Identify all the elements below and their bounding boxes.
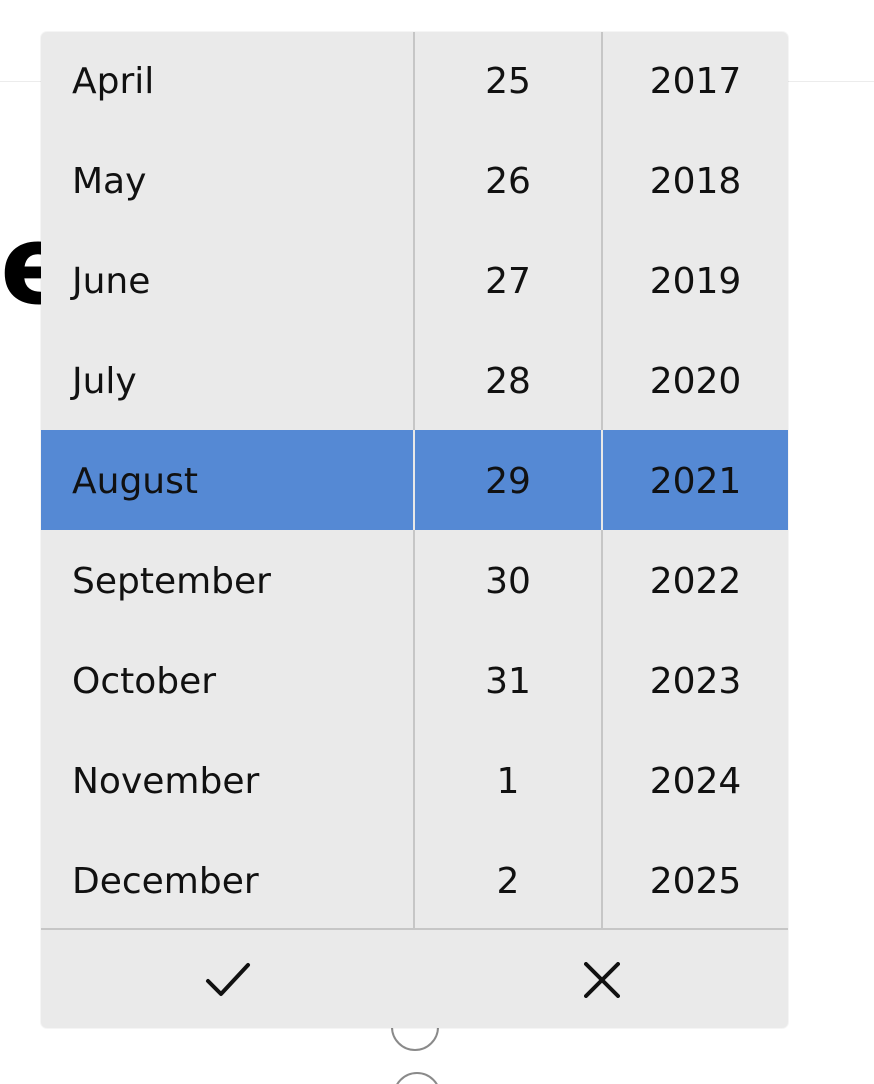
year-item[interactable]: 2023 [603, 632, 788, 732]
month-item[interactable]: May [41, 132, 413, 232]
month-column[interactable]: April May June July August September October No… [41, 32, 413, 929]
month-item[interactable]: September [41, 532, 413, 632]
month-item[interactable]: June [41, 232, 413, 332]
day-item-selected[interactable]: 29 [415, 432, 601, 532]
day-item[interactable]: 1 [415, 732, 601, 832]
year-item[interactable]: 2017 [603, 32, 788, 132]
day-item[interactable]: 26 [415, 132, 601, 232]
year-item[interactable]: 2020 [603, 332, 788, 432]
year-item[interactable]: 2024 [603, 732, 788, 832]
year-item[interactable]: 2018 [603, 132, 788, 232]
month-item[interactable]: July [41, 332, 413, 432]
page: e April May June July August September October… [0, 0, 874, 1084]
year-item[interactable]: 2019 [603, 232, 788, 332]
column-separator-selected [601, 430, 603, 530]
day-item[interactable]: 2 [415, 832, 601, 932]
month-item[interactable]: April [41, 32, 413, 132]
year-item[interactable]: 2025 [603, 832, 788, 932]
day-item[interactable]: 25 [415, 32, 601, 132]
day-item[interactable]: 27 [415, 232, 601, 332]
month-item[interactable]: November [41, 732, 413, 832]
date-picker-flyout: April May June July August September October No… [41, 32, 788, 1028]
picker-columns: April May June July August September October No… [41, 32, 788, 929]
day-item[interactable]: 31 [415, 632, 601, 732]
year-column[interactable]: 2017 2018 2019 2020 2021 2022 2023 2024 2025 [603, 32, 788, 929]
dismiss-button[interactable] [415, 930, 788, 1028]
day-item[interactable]: 28 [415, 332, 601, 432]
year-item[interactable]: 2022 [603, 532, 788, 632]
year-item-selected[interactable]: 2021 [603, 432, 788, 532]
month-item-selected[interactable]: August [41, 432, 413, 532]
month-item[interactable]: October [41, 632, 413, 732]
column-separator-selected [413, 430, 415, 530]
picker-footer [41, 928, 788, 1028]
day-column[interactable]: 25 26 27 28 29 30 31 1 2 [415, 32, 601, 929]
close-icon [583, 962, 620, 998]
checkmark-icon [205, 961, 251, 999]
accept-button[interactable] [41, 930, 414, 1028]
day-item[interactable]: 30 [415, 532, 601, 632]
month-item[interactable]: December [41, 832, 413, 932]
background-radio-button [393, 1072, 441, 1084]
